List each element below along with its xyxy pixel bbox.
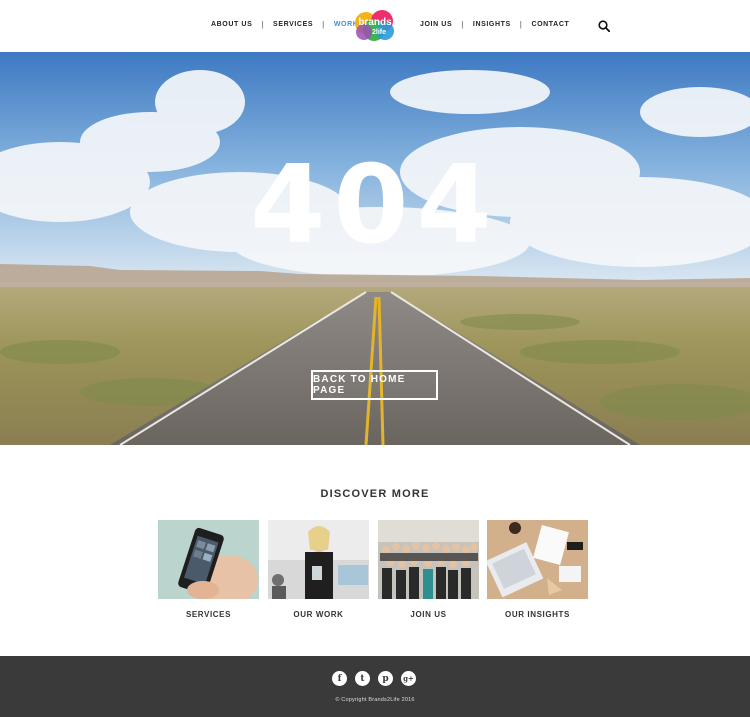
nav-item-about-us[interactable]: ABOUT US	[211, 21, 252, 28]
nav-separator: |	[322, 20, 325, 29]
brands2life-logo[interactable]: brands 2life	[352, 9, 398, 43]
google-plus-icon[interactable]: g+	[401, 671, 416, 686]
pinterest-icon[interactable]: p	[378, 671, 393, 686]
site-footer: f t p g+ © Copyright Brands2Life 2016	[0, 656, 750, 717]
nav-item-insights[interactable]: INSIGHTS	[473, 21, 511, 28]
social-links: f t p g+	[332, 671, 416, 686]
card-label-join-us[interactable]: JOIN US	[378, 610, 479, 619]
nav-separator: |	[519, 20, 523, 29]
discover-card-services[interactable]: SERVICES	[158, 520, 259, 619]
site-header: ABOUT US | SERVICES | WORK brands 2life …	[0, 0, 750, 52]
nav-item-join-us[interactable]: JOIN US	[420, 21, 452, 28]
services-thumbnail[interactable]	[158, 520, 259, 599]
nav-item-services[interactable]: SERVICES	[273, 21, 313, 28]
hero-404-banner: 404 BACK TO HOME PAGE	[0, 52, 750, 445]
card-label-our-insights[interactable]: OUR INSIGHTS	[487, 610, 588, 619]
search-icon[interactable]	[598, 19, 611, 33]
copyright-text: © Copyright Brands2Life 2016	[335, 697, 415, 703]
nav-separator: |	[461, 20, 464, 29]
nav-left: ABOUT US | SERVICES | WORK	[211, 20, 358, 29]
nav-separator: |	[261, 20, 265, 29]
facebook-icon[interactable]: f	[332, 671, 347, 686]
discover-card-join-us[interactable]: JOIN US	[378, 520, 479, 619]
nav-item-contact[interactable]: CONTACT	[531, 21, 569, 28]
logo-text-bottom: 2life	[372, 29, 386, 36]
our-insights-thumbnail[interactable]	[487, 520, 588, 599]
nav-right: JOIN US | INSIGHTS | CONTACT	[420, 20, 569, 29]
discover-more-heading: DISCOVER MORE	[320, 488, 430, 500]
twitter-icon[interactable]: t	[355, 671, 370, 686]
discover-card-our-work[interactable]: OUR WORK	[268, 520, 369, 619]
error-code-404: 404	[250, 143, 500, 268]
discover-card-our-insights[interactable]: OUR INSIGHTS	[487, 520, 588, 619]
logo-text-top: brands	[358, 17, 392, 28]
card-label-our-work[interactable]: OUR WORK	[268, 610, 369, 619]
join-us-thumbnail[interactable]	[378, 520, 479, 599]
back-to-home-button[interactable]: BACK TO HOME PAGE	[311, 370, 438, 400]
card-label-services[interactable]: SERVICES	[158, 610, 259, 619]
our-work-thumbnail[interactable]	[268, 520, 369, 599]
